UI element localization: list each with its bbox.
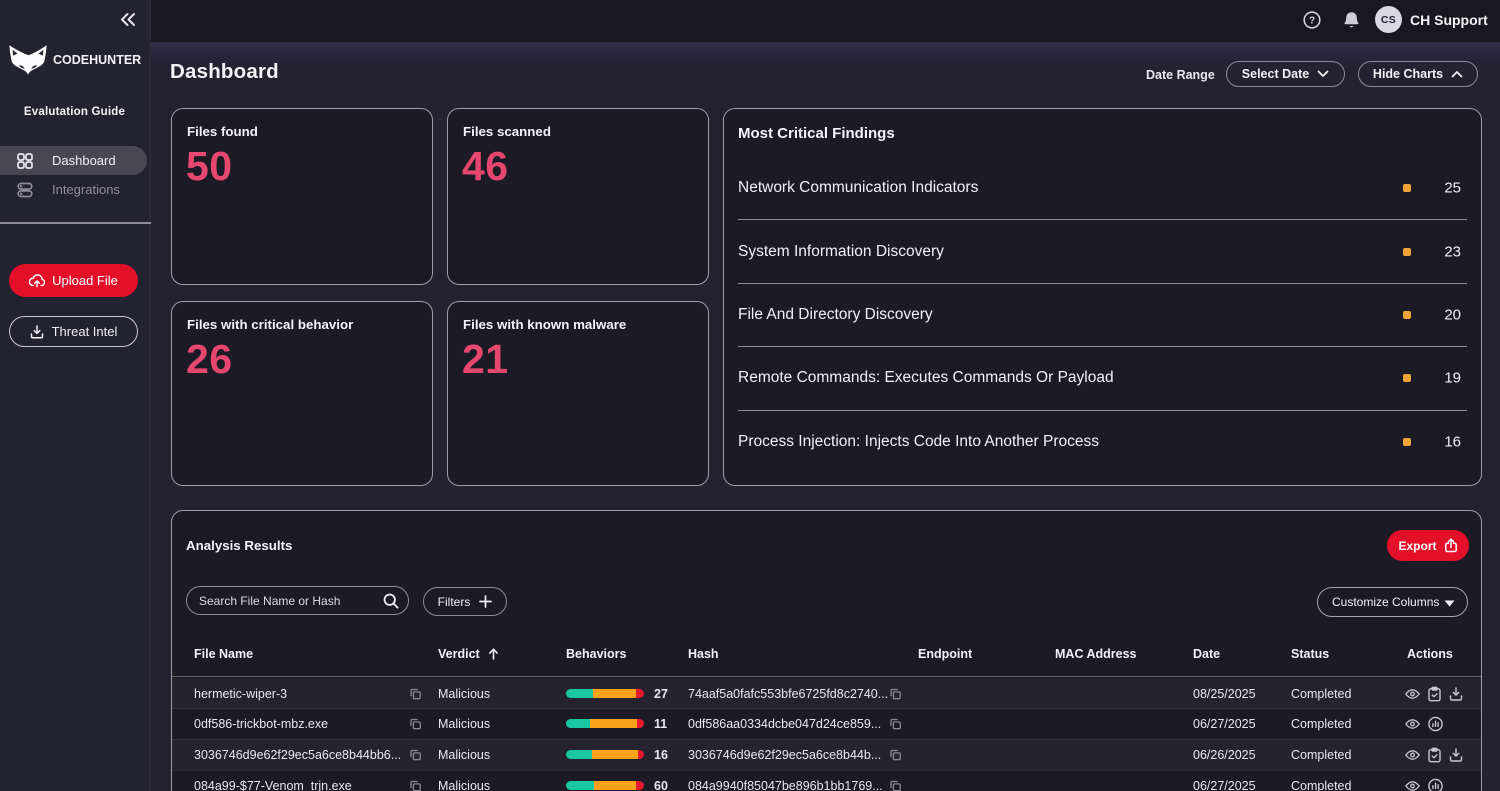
svg-text:?: ? [1309, 16, 1315, 27]
